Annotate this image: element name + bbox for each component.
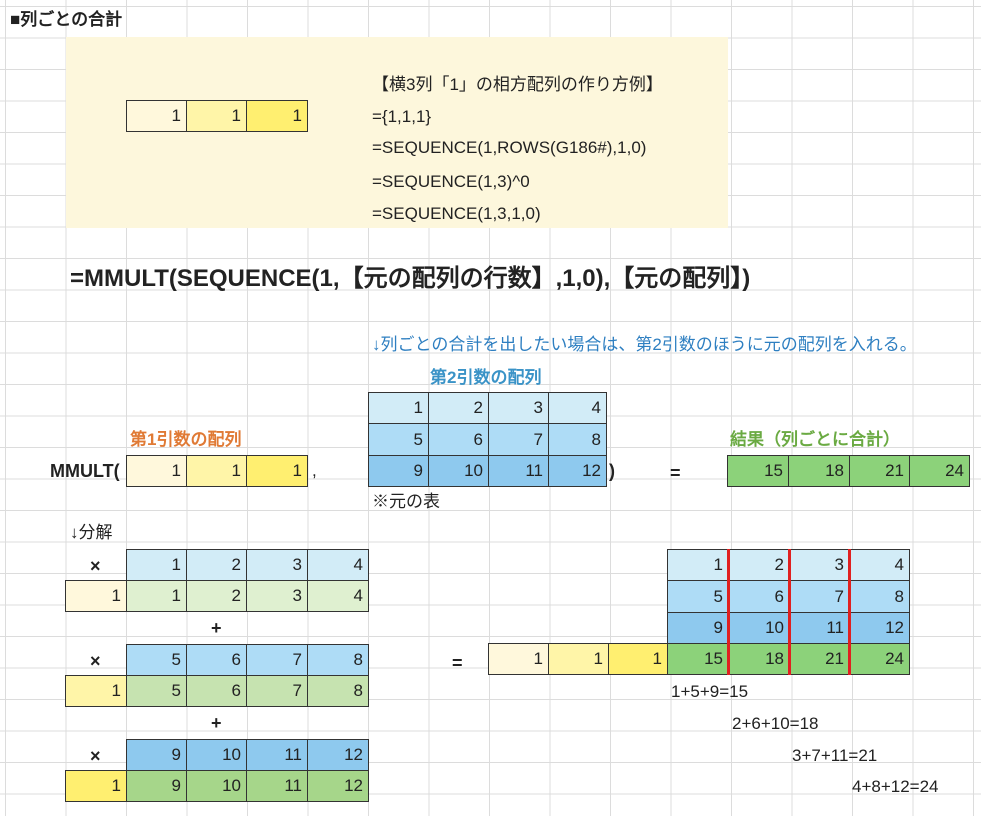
right-matrix-cell[interactable]: 9 bbox=[667, 612, 729, 644]
close-paren: ) bbox=[609, 461, 615, 481]
info-line: =SEQUENCE(1,ROWS(G186#),1,0) bbox=[372, 138, 647, 157]
arg2-cell[interactable]: 4 bbox=[548, 392, 607, 424]
arg2-cell[interactable]: 2 bbox=[428, 392, 489, 424]
equals-sign: = bbox=[452, 653, 463, 673]
arg1-cell[interactable]: 1 bbox=[246, 455, 308, 487]
page-title: ■列ごとの合計 bbox=[10, 10, 123, 29]
decompose-bottom-cell[interactable]: 12 bbox=[307, 770, 369, 802]
right-matrix-cell[interactable]: 8 bbox=[849, 580, 910, 613]
decompose-factor-cell[interactable]: 1 bbox=[65, 675, 127, 707]
info-line: =SEQUENCE(1,3,1,0) bbox=[372, 204, 541, 223]
result-cell[interactable]: 21 bbox=[849, 455, 910, 487]
arg2-cell[interactable]: 5 bbox=[368, 423, 429, 456]
arg2-cell[interactable]: 11 bbox=[488, 455, 549, 487]
times-sign: × bbox=[90, 746, 101, 766]
right-matrix-cell[interactable]: 2 bbox=[728, 549, 790, 581]
column-divider bbox=[848, 549, 851, 675]
arg1-cell[interactable]: 1 bbox=[186, 455, 247, 487]
info-line: 【横3列「1」の相方配列の作り方例】 bbox=[372, 75, 663, 94]
decompose-bottom-cell[interactable]: 3 bbox=[246, 580, 308, 612]
decompose-top-cell[interactable]: 8 bbox=[307, 644, 369, 676]
right-matrix-cell[interactable]: 10 bbox=[728, 612, 790, 644]
right-ones-cell[interactable]: 1 bbox=[548, 643, 609, 675]
decompose-top-cell[interactable]: 1 bbox=[126, 549, 187, 581]
info-box: 1 1 1 【横3列「1」の相方配列の作り方例】 ={1,1,1} =SEQUE… bbox=[66, 37, 728, 228]
info-row-cell[interactable]: 1 bbox=[186, 100, 247, 132]
column-divider bbox=[727, 549, 730, 675]
info-line: ={1,1,1} bbox=[372, 107, 432, 126]
arg2-cell[interactable]: 10 bbox=[428, 455, 489, 487]
result-cell[interactable]: 15 bbox=[727, 455, 789, 487]
decompose-bottom-cell[interactable]: 2 bbox=[186, 580, 247, 612]
decompose-top-cell[interactable]: 3 bbox=[246, 549, 308, 581]
right-ones-cell[interactable]: 1 bbox=[608, 643, 668, 675]
arg2-cell[interactable]: 9 bbox=[368, 455, 429, 487]
comma: , bbox=[312, 461, 317, 480]
sum-annotation: 3+7+11=21 bbox=[792, 746, 878, 765]
decompose-top-cell[interactable]: 5 bbox=[126, 644, 187, 676]
arg1-cell[interactable]: 1 bbox=[126, 455, 187, 487]
right-result-cell[interactable]: 24 bbox=[849, 643, 910, 675]
decompose-top-cell[interactable]: 6 bbox=[186, 644, 247, 676]
info-row-cell[interactable]: 1 bbox=[126, 100, 187, 132]
decompose-factor-cell[interactable]: 1 bbox=[65, 770, 127, 802]
times-sign: × bbox=[90, 651, 101, 671]
times-sign: × bbox=[90, 556, 101, 576]
decompose-top-cell[interactable]: 12 bbox=[307, 739, 369, 771]
decompose-label: ↓分解 bbox=[70, 523, 113, 542]
table-note: ※元の表 bbox=[372, 492, 440, 511]
arg1-label: 第1引数の配列 bbox=[130, 430, 242, 449]
arg2-cell[interactable]: 7 bbox=[488, 423, 549, 456]
decompose-top-cell[interactable]: 7 bbox=[246, 644, 308, 676]
sum-annotation: 2+6+10=18 bbox=[732, 714, 819, 733]
decompose-bottom-cell[interactable]: 11 bbox=[246, 770, 308, 802]
sum-annotation: 4+8+12=24 bbox=[852, 777, 939, 796]
decompose-top-cell[interactable]: 9 bbox=[126, 739, 187, 771]
decompose-bottom-cell[interactable]: 5 bbox=[126, 675, 187, 707]
decompose-factor-cell[interactable]: 1 bbox=[65, 580, 127, 612]
sum-annotation: 1+5+9=15 bbox=[671, 682, 749, 701]
note-text: ↓列ごとの合計を出したい場合は、第2引数のほうに元の配列を入れる。 bbox=[372, 335, 917, 354]
mmult-label: MMULT( bbox=[50, 461, 120, 481]
right-matrix-cell[interactable]: 7 bbox=[789, 580, 850, 613]
decompose-top-cell[interactable]: 10 bbox=[186, 739, 247, 771]
arg2-cell[interactable]: 6 bbox=[428, 423, 489, 456]
right-result-cell[interactable]: 21 bbox=[789, 643, 850, 675]
arg2-cell[interactable]: 1 bbox=[368, 392, 429, 424]
decompose-bottom-cell[interactable]: 7 bbox=[246, 675, 308, 707]
arg2-cell[interactable]: 12 bbox=[548, 455, 607, 487]
plus-sign: + bbox=[211, 713, 222, 733]
right-ones-cell[interactable]: 1 bbox=[488, 643, 549, 675]
decompose-top-cell[interactable]: 4 bbox=[307, 549, 369, 581]
right-result-cell[interactable]: 18 bbox=[728, 643, 790, 675]
decompose-top-cell[interactable]: 11 bbox=[246, 739, 308, 771]
right-matrix-cell[interactable]: 4 bbox=[849, 549, 910, 581]
decompose-bottom-cell[interactable]: 9 bbox=[126, 770, 187, 802]
right-matrix-cell[interactable]: 3 bbox=[789, 549, 850, 581]
decompose-bottom-cell[interactable]: 6 bbox=[186, 675, 247, 707]
decompose-bottom-cell[interactable]: 8 bbox=[307, 675, 369, 707]
result-cell[interactable]: 24 bbox=[909, 455, 970, 487]
info-row-cell[interactable]: 1 bbox=[246, 100, 308, 132]
arg2-cell[interactable]: 3 bbox=[488, 392, 549, 424]
right-matrix-cell[interactable]: 1 bbox=[667, 549, 729, 581]
result-label: 結果（列ごとに合計） bbox=[730, 430, 900, 449]
equals-sign: = bbox=[670, 463, 681, 483]
decompose-bottom-cell[interactable]: 1 bbox=[126, 580, 187, 612]
column-divider bbox=[788, 549, 791, 675]
right-matrix-cell[interactable]: 12 bbox=[849, 612, 910, 644]
right-matrix-cell[interactable]: 11 bbox=[789, 612, 850, 644]
right-matrix-cell[interactable]: 5 bbox=[667, 580, 729, 613]
right-result-cell[interactable]: 15 bbox=[667, 643, 729, 675]
main-formula: =MMULT(SEQUENCE(1,【元の配列の行数】,1,0),【元の配列】) bbox=[70, 265, 751, 292]
decompose-bottom-cell[interactable]: 10 bbox=[186, 770, 247, 802]
right-matrix-cell[interactable]: 6 bbox=[728, 580, 790, 613]
arg2-cell[interactable]: 8 bbox=[548, 423, 607, 456]
result-cell[interactable]: 18 bbox=[788, 455, 850, 487]
arg2-label: 第2引数の配列 bbox=[430, 368, 542, 387]
decompose-bottom-cell[interactable]: 4 bbox=[307, 580, 369, 612]
decompose-top-cell[interactable]: 2 bbox=[186, 549, 247, 581]
info-line: =SEQUENCE(1,3)^0 bbox=[372, 172, 530, 191]
plus-sign: + bbox=[211, 618, 222, 638]
